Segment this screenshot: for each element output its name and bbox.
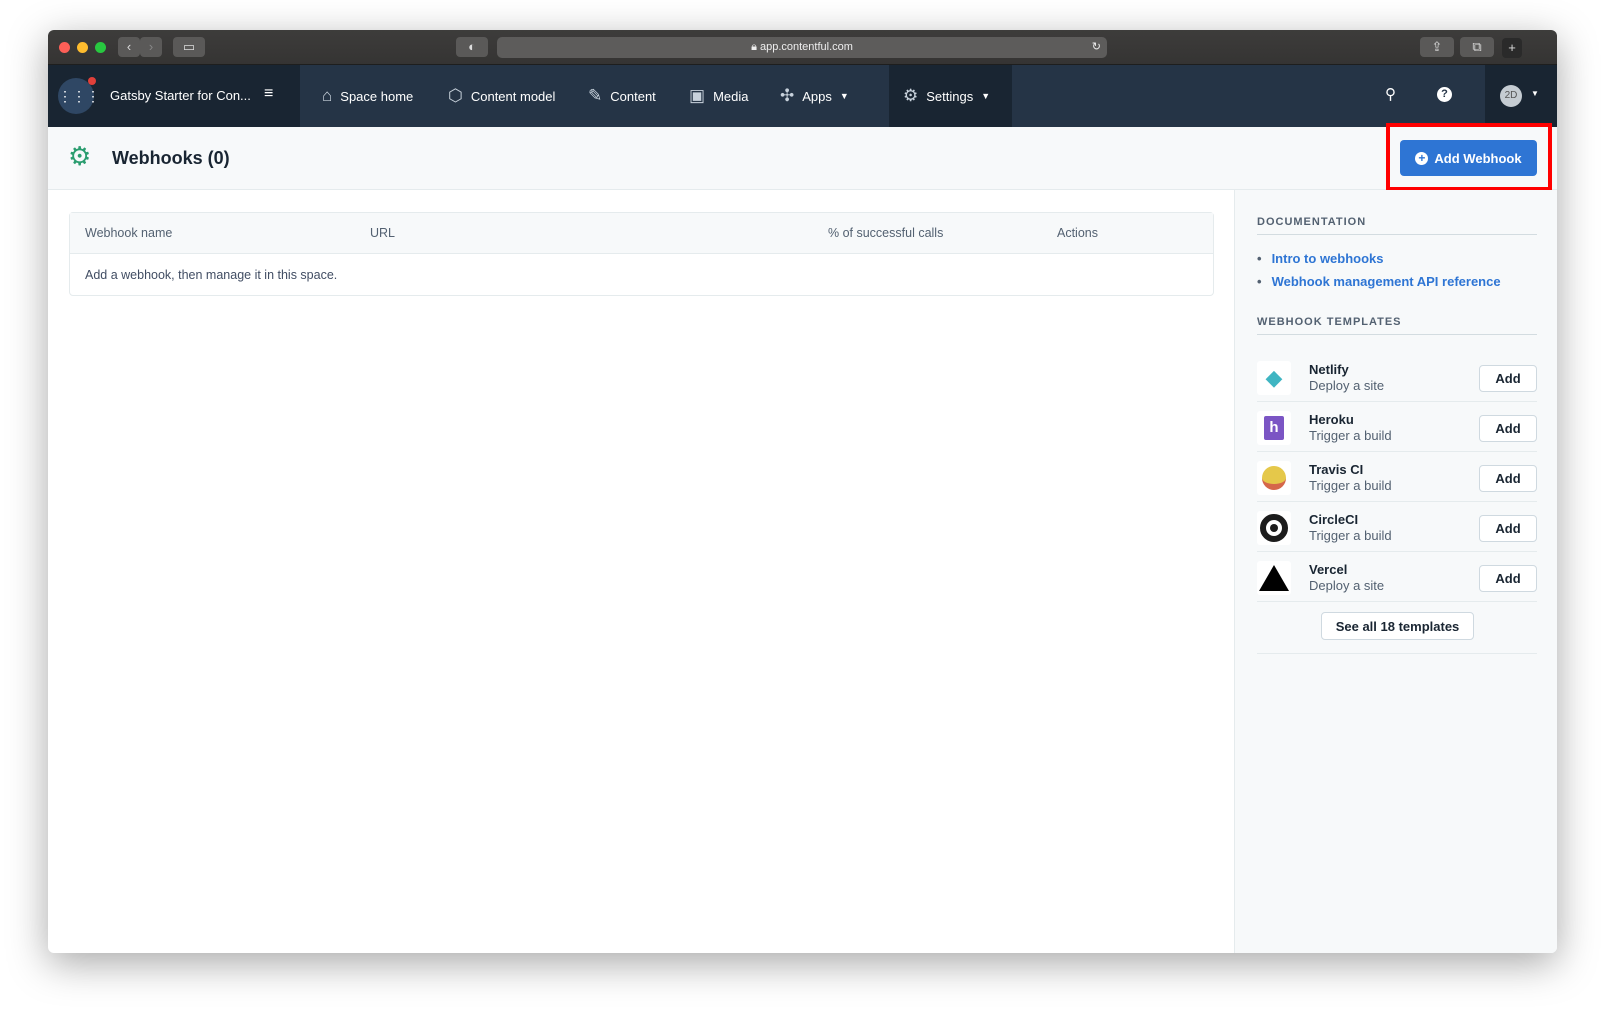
nav-label: Apps: [802, 89, 832, 104]
forward-button[interactable]: ›: [140, 37, 162, 57]
hamburger-menu-icon[interactable]: ≡: [264, 85, 273, 103]
template-travis: Travis CITrigger a build Add: [1257, 453, 1537, 502]
add-vercel-button[interactable]: Add: [1479, 565, 1537, 592]
template-netlify: ◆ NetlifyDeploy a site Add: [1257, 353, 1537, 402]
netlify-logo-icon: ◆: [1257, 361, 1291, 395]
back-button[interactable]: ‹: [118, 37, 140, 57]
nav-settings[interactable]: ⚙ Settings ▼: [889, 65, 1012, 127]
caret-down-icon: ▼: [840, 91, 849, 101]
template-heroku: h HerokuTrigger a build Add: [1257, 403, 1537, 452]
home-icon: ⌂: [322, 86, 332, 106]
close-window-button[interactable]: [59, 42, 70, 53]
add-netlify-button[interactable]: Add: [1479, 365, 1537, 392]
sidebar: DOCUMENTATION Intro to webhooks Webhook …: [1234, 190, 1557, 953]
browser-window: ‹ › ▭ ◐ 🔒︎ app.contentful.com ↻ ⇪ ⧉ + ⋮⋮⋮…: [48, 30, 1557, 953]
lock-icon: 🔒︎: [751, 41, 760, 53]
new-tab-icon[interactable]: +: [1502, 38, 1522, 58]
notification-dot: [88, 77, 96, 85]
add-circleci-button[interactable]: Add: [1479, 515, 1537, 542]
template-desc: Trigger a build: [1309, 528, 1392, 543]
column-header: Webhook name: [85, 226, 172, 240]
nav-content-model[interactable]: ⬡ Content model: [448, 65, 555, 127]
address-bar[interactable]: 🔒︎ app.contentful.com ↻: [497, 37, 1107, 58]
template-name: Travis CI: [1309, 462, 1363, 477]
minimize-window-button[interactable]: [77, 42, 88, 53]
nav-label: Space home: [340, 89, 413, 104]
avatar: 2D: [1500, 85, 1522, 107]
template-desc: Deploy a site: [1309, 378, 1384, 393]
browser-toolbar: ‹ › ▭ ◐ 🔒︎ app.contentful.com ↻ ⇪ ⧉ +: [48, 30, 1557, 65]
heroku-logo-icon: h: [1257, 411, 1291, 445]
page-title: Webhooks (0): [112, 148, 230, 169]
nav-apps[interactable]: ✣ Apps ▼: [780, 65, 849, 127]
empty-row: Add a webhook, then manage it in this sp…: [70, 254, 1213, 295]
webhooks-table: Webhook name URL % of successful calls A…: [69, 212, 1214, 296]
column-header: URL: [370, 226, 395, 240]
nav-label: Settings: [926, 89, 973, 104]
puzzle-icon: ✣: [780, 86, 794, 106]
help-icon[interactable]: ?: [1437, 87, 1452, 102]
api-reference-link[interactable]: Webhook management API reference: [1257, 274, 1501, 289]
url-text: app.contentful.com: [760, 41, 853, 53]
template-vercel: VercelDeploy a site Add: [1257, 553, 1537, 602]
nav-label: Media: [713, 89, 748, 104]
cube-icon: ⬡: [448, 86, 463, 106]
page-header: ⚙ Webhooks (0) +Add Webhook: [48, 127, 1557, 190]
space-name: Gatsby Starter for Con...: [110, 88, 251, 103]
template-desc: Trigger a build: [1309, 478, 1392, 493]
gear-icon: ⚙: [68, 141, 91, 171]
image-icon: ▣: [689, 86, 705, 106]
account-menu[interactable]: 2D ▼: [1485, 65, 1557, 127]
template-name: Heroku: [1309, 412, 1354, 427]
nav-media[interactable]: ▣ Media: [689, 65, 748, 127]
search-icon[interactable]: ⚲: [1385, 85, 1396, 103]
highlight-box: [1386, 123, 1552, 191]
travis-logo-icon: [1257, 461, 1291, 495]
space-switcher[interactable]: ⋮⋮⋮ Gatsby Starter for Con... ≡: [48, 65, 300, 127]
tabs-icon[interactable]: ⧉: [1460, 37, 1494, 57]
privacy-shield-icon[interactable]: ◐: [456, 37, 488, 57]
template-name: Vercel: [1309, 562, 1347, 577]
nav-content[interactable]: ✎ Content: [588, 65, 656, 127]
add-heroku-button[interactable]: Add: [1479, 415, 1537, 442]
reload-icon[interactable]: ↻: [1092, 37, 1101, 58]
documentation-heading: DOCUMENTATION: [1257, 216, 1537, 235]
circleci-logo-icon: [1257, 511, 1291, 545]
edit-icon: ✎: [588, 86, 602, 106]
maximize-window-button[interactable]: [95, 42, 106, 53]
caret-down-icon: ▼: [981, 91, 990, 101]
table-header: Webhook name URL % of successful calls A…: [70, 213, 1213, 254]
gear-icon: ⚙: [903, 86, 918, 106]
intro-webhooks-link[interactable]: Intro to webhooks: [1257, 251, 1384, 266]
column-header: Actions: [1057, 226, 1098, 240]
share-icon[interactable]: ⇪: [1420, 37, 1454, 57]
template-desc: Trigger a build: [1309, 428, 1392, 443]
nav-label: Content model: [471, 89, 556, 104]
templates-heading: WEBHOOK TEMPLATES: [1257, 316, 1537, 335]
vercel-logo-icon: [1257, 561, 1291, 595]
column-header: % of successful calls: [828, 226, 943, 240]
template-name: CircleCI: [1309, 512, 1358, 527]
template-name: Netlify: [1309, 362, 1349, 377]
nav-label: Content: [610, 89, 656, 104]
top-nav: ⋮⋮⋮ Gatsby Starter for Con... ≡ ⌂ Space h…: [48, 65, 1557, 127]
sidebar-toggle-icon[interactable]: ▭: [173, 37, 205, 57]
see-all-templates-button[interactable]: See all 18 templates: [1321, 612, 1474, 640]
nav-space-home[interactable]: ⌂ Space home: [322, 65, 413, 127]
caret-down-icon: ▼: [1531, 89, 1539, 98]
template-circleci: CircleCITrigger a build Add: [1257, 503, 1537, 552]
template-desc: Deploy a site: [1309, 578, 1384, 593]
add-travis-button[interactable]: Add: [1479, 465, 1537, 492]
empty-message: Add a webhook, then manage it in this sp…: [85, 268, 337, 282]
